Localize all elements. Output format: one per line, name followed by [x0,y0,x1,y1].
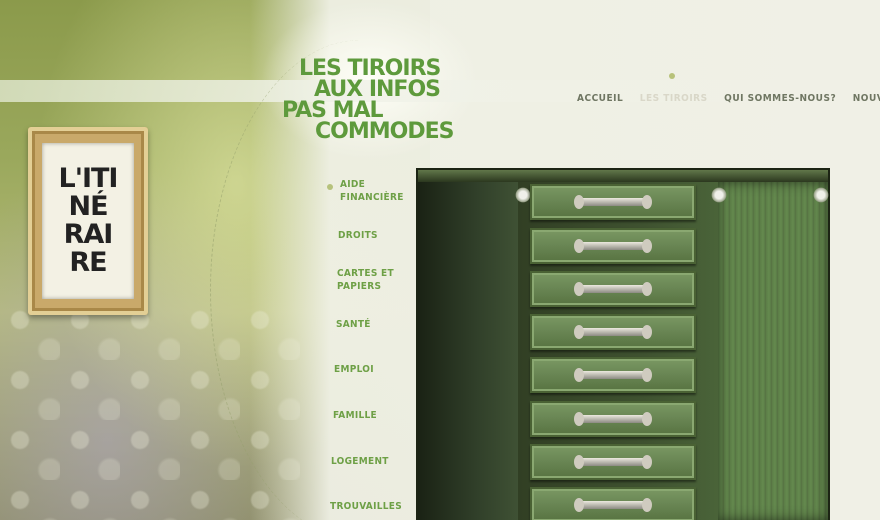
drawer-handle-icon [574,498,652,512]
ornament-icon [710,186,728,204]
site-logo-frame[interactable]: L'ITI NÉ RAI RE [28,127,148,315]
logo-line-3: RAI [63,219,114,250]
menu-famille[interactable]: FAMILLE [333,409,377,422]
tagline: LES TIROIRS AUX INFOS PAS MAL COMMODES [282,56,462,144]
page: L'ITI NÉ RAI RE LES TIROIRS AUX INFOS PA… [0,0,880,520]
tagline-line-2: AUX INFOS [314,77,441,102]
menu-droits[interactable]: DROITS [338,229,378,242]
cabinet-right-door [718,182,828,520]
menu-emploi[interactable]: EMPLOI [334,363,374,376]
top-navigation: ACCUEIL LES TIROIRS QUI SOMMES-NOUS? NOU… [577,86,880,105]
topnav-active-dot [669,73,675,79]
drawer-handle-icon [574,239,652,253]
drawer-handle-icon [574,325,652,339]
logo-line-1: L'ITI [58,163,119,194]
tagline-line-4: COMMODES [315,119,454,144]
drawer-handle-icon [574,455,652,469]
nav-nouveautes[interactable]: NOUVEA [853,93,880,104]
menu-sante[interactable]: SANTÉ [336,318,371,331]
cabinet-left-door [418,182,518,520]
drawer-handle-icon [574,195,652,209]
drawer[interactable] [530,487,696,520]
tagline-line-3: PAS MAL [282,98,384,123]
menu-logement[interactable]: LOGEMENT [331,455,389,468]
drawer[interactable] [530,228,696,264]
drawer-cabinet-image [418,170,830,520]
drawer[interactable] [530,444,696,480]
menu-trouvailles[interactable]: TROUVAILLES [330,500,402,513]
ornament-icon [812,186,830,204]
drawer-handle-icon [574,282,652,296]
drawer[interactable] [530,401,696,437]
logo-sign: L'ITI NÉ RAI RE [42,143,134,299]
drawer[interactable] [530,357,696,393]
logo-line-2: NÉ [68,191,108,222]
nav-qui-sommes-nous[interactable]: QUI SOMMES-NOUS? [724,93,836,104]
drawer[interactable] [530,184,696,220]
nav-accueil[interactable]: ACCUEIL [577,93,623,104]
cabinet-top [418,170,828,182]
drawer[interactable] [530,314,696,350]
drawer-handle-icon [574,412,652,426]
drawer-stack [530,182,700,520]
menu-cartes-et-papiers[interactable]: CARTES ET PAPIERS [337,267,394,293]
menu-active-dot [327,184,333,190]
drawer[interactable] [530,271,696,307]
drawer-handle-icon [574,368,652,382]
tagline-line-1: LES TIROIRS [299,56,441,81]
menu-aide-financiere[interactable]: AIDE FINANCIÈRE [340,178,404,204]
logo-line-4: RE [69,247,107,278]
nav-les-tiroirs[interactable]: LES TIROIRS [640,93,708,104]
